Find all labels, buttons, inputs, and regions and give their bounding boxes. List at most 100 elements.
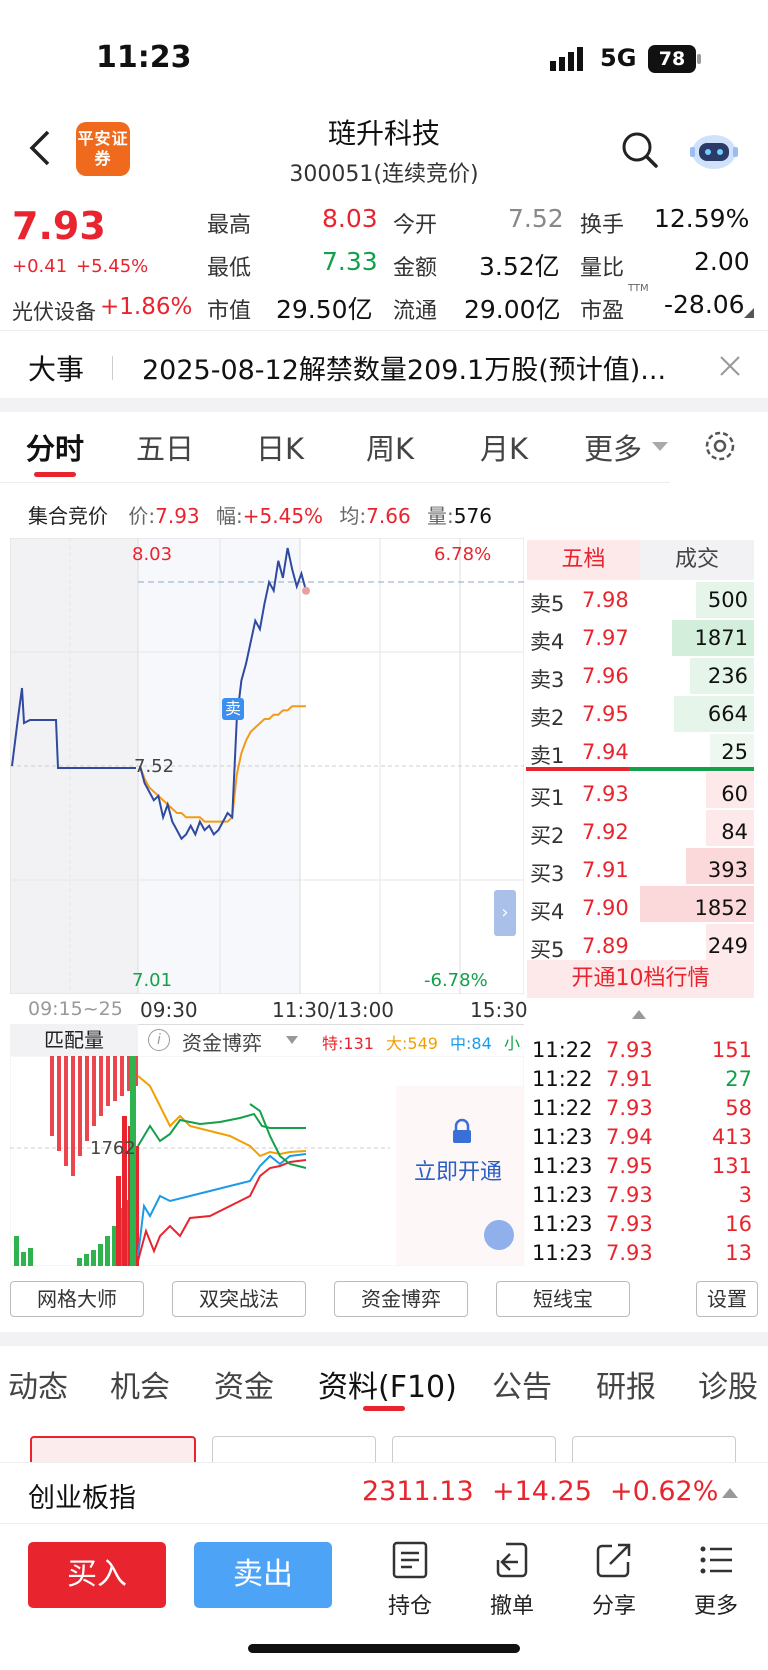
share-icon bbox=[596, 1543, 631, 1578]
ask-row[interactable]: 卖5 7.98 500 bbox=[526, 582, 754, 620]
match-volume-tab[interactable]: 匹配量 bbox=[10, 1024, 138, 1056]
menu-icon bbox=[700, 1546, 732, 1574]
grid-master-button[interactable]: 网格大师 bbox=[10, 1281, 144, 1317]
tab-announcements[interactable]: 公告 bbox=[492, 1362, 552, 1406]
tab-trades[interactable]: 成交 bbox=[640, 540, 754, 580]
fund-game-chart: 1762 立即开通 bbox=[9, 1055, 525, 1267]
news-text[interactable]: 2025-08-12解禁数量209.1万股(预计值)... bbox=[142, 348, 666, 387]
tab-profile-f10[interactable]: 资料(F10) bbox=[318, 1362, 457, 1406]
ob-volume: 664 bbox=[707, 702, 748, 726]
ob-price: 7.91 bbox=[582, 858, 629, 882]
ask-row[interactable]: 卖4 7.97 1871 bbox=[526, 620, 754, 658]
tab-intraday[interactable]: 分时 bbox=[26, 426, 84, 468]
info-icon[interactable]: i bbox=[148, 1029, 170, 1051]
chart-bottom-pct: -6.78% bbox=[424, 970, 488, 991]
settings-button[interactable]: 设置 bbox=[696, 1281, 758, 1317]
battery-icon: 78 bbox=[648, 45, 696, 73]
scroll-up-icon[interactable] bbox=[632, 1010, 646, 1019]
bid-row[interactable]: 买2 7.92 84 bbox=[526, 814, 754, 852]
legend-small: 小: bbox=[504, 1034, 522, 1053]
close-icon[interactable] bbox=[718, 354, 742, 382]
tick-time: 11:22 bbox=[532, 1067, 593, 1091]
sell-marker[interactable]: 卖 bbox=[222, 698, 244, 720]
tab-funds[interactable]: 资金 bbox=[214, 1362, 274, 1406]
info-avg: 7.66 bbox=[366, 504, 411, 528]
info-price-label: 价: bbox=[128, 504, 156, 528]
gear-icon[interactable] bbox=[702, 428, 738, 468]
game-selector[interactable]: 资金博弈 bbox=[182, 1027, 262, 1056]
tab-order-book[interactable]: 五档 bbox=[527, 540, 640, 580]
bid-row[interactable]: 买1 7.93 60 bbox=[526, 776, 754, 814]
tick-row: 11:23 7.93 13 bbox=[532, 1239, 754, 1268]
search-icon[interactable] bbox=[620, 130, 660, 174]
sector-name[interactable]: 光伏设备 bbox=[12, 296, 96, 326]
news-tag: 大事 bbox=[28, 353, 85, 386]
share-button[interactable]: 分享 bbox=[584, 1540, 644, 1620]
intraday-chart[interactable]: 8.03 6.78% 7.52 7.01 -6.78% 卖 › bbox=[10, 538, 524, 994]
bid-row[interactable]: 买4 7.90 1852 bbox=[526, 890, 754, 928]
cancel-order-button[interactable]: 撤单 bbox=[482, 1540, 542, 1620]
unlock-button[interactable]: 立即开通 bbox=[414, 1154, 502, 1186]
amount-label: 金额 bbox=[393, 256, 438, 281]
chart-mid-price: 7.52 bbox=[134, 756, 175, 777]
ob-volume: 236 bbox=[707, 664, 748, 688]
holdings-label: 持仓 bbox=[387, 1594, 432, 1619]
index-change: +14.25 bbox=[492, 1476, 592, 1507]
ob-level-label: 买2 bbox=[530, 824, 565, 848]
expand-corner-icon[interactable] bbox=[744, 308, 754, 318]
open-value: 7.52 bbox=[508, 204, 564, 233]
ratio-value: 2.00 bbox=[694, 247, 750, 276]
price-change-pct: +5.45% bbox=[76, 256, 149, 277]
ob-volume: 1871 bbox=[694, 626, 748, 650]
high-value: 8.03 bbox=[322, 204, 378, 233]
tick-price: 7.94 bbox=[606, 1125, 653, 1149]
info-pct: +5.45% bbox=[242, 504, 324, 528]
mcap-value: 29.50亿 bbox=[276, 295, 373, 324]
sell-button[interactable]: 卖出 bbox=[194, 1542, 332, 1608]
upgrade-level10-button[interactable]: 开通10档行情 bbox=[527, 960, 754, 998]
ob-price: 7.98 bbox=[582, 588, 629, 612]
tab-five-day[interactable]: 五日 bbox=[136, 426, 194, 468]
ob-volume: 249 bbox=[707, 934, 748, 958]
mcap-label: 市值 bbox=[207, 299, 252, 324]
ob-volume: 500 bbox=[707, 588, 748, 612]
tab-research[interactable]: 研报 bbox=[596, 1362, 656, 1406]
holdings-button[interactable]: 持仓 bbox=[380, 1540, 440, 1620]
tab-news-feed[interactable]: 动态 bbox=[8, 1362, 68, 1406]
tab-weekly-k[interactable]: 周K bbox=[366, 426, 414, 468]
tab-daily-k[interactable]: 日K bbox=[256, 426, 304, 468]
float-label: 流通 bbox=[393, 299, 438, 324]
lock-icon bbox=[450, 1118, 474, 1148]
tick-row: 11:23 7.93 16 bbox=[532, 1210, 754, 1239]
tick-price: 7.95 bbox=[606, 1154, 653, 1178]
cancel-order-label: 撤单 bbox=[489, 1594, 534, 1619]
tab-opportunity[interactable]: 机会 bbox=[110, 1362, 170, 1406]
pe-value: -28.06 bbox=[664, 290, 745, 319]
panel-expand-chevron-icon[interactable]: › bbox=[494, 890, 516, 936]
tick-volume: 131 bbox=[711, 1154, 752, 1178]
expand-up-icon[interactable] bbox=[722, 1488, 738, 1498]
chevron-down-icon[interactable] bbox=[652, 442, 668, 451]
ob-volume: 1852 bbox=[694, 896, 748, 920]
ask-row[interactable]: 卖1 7.94 25 bbox=[526, 734, 754, 772]
fund-game-button[interactable]: 资金博弈 bbox=[334, 1281, 468, 1317]
tab-monthly-k[interactable]: 月K bbox=[480, 426, 528, 468]
chevron-down-icon[interactable] bbox=[286, 1036, 298, 1044]
bid-row[interactable]: 买3 7.91 393 bbox=[526, 852, 754, 890]
tab-more[interactable]: 更多 bbox=[584, 426, 642, 468]
ob-level-label: 卖5 bbox=[530, 592, 565, 616]
ask-row[interactable]: 卖2 7.95 664 bbox=[526, 696, 754, 734]
tick-price: 7.93 bbox=[606, 1096, 653, 1120]
share-label: 分享 bbox=[591, 1594, 636, 1619]
ob-volume: 25 bbox=[721, 740, 748, 764]
tick-volume: 16 bbox=[725, 1212, 752, 1236]
tab-diagnosis[interactable]: 诊股 bbox=[698, 1362, 758, 1406]
buy-button[interactable]: 买入 bbox=[28, 1542, 166, 1608]
ask-row[interactable]: 卖3 7.96 236 bbox=[526, 658, 754, 696]
short-line-button[interactable]: 短线宝 bbox=[496, 1281, 630, 1317]
pe-label: 市盈 bbox=[580, 299, 625, 324]
double-breakout-button[interactable]: 双突战法 bbox=[172, 1281, 306, 1317]
fullscreen-icon[interactable] bbox=[484, 1220, 514, 1250]
robot-assistant-icon[interactable] bbox=[688, 128, 740, 176]
more-button[interactable]: 更多 bbox=[686, 1540, 746, 1620]
